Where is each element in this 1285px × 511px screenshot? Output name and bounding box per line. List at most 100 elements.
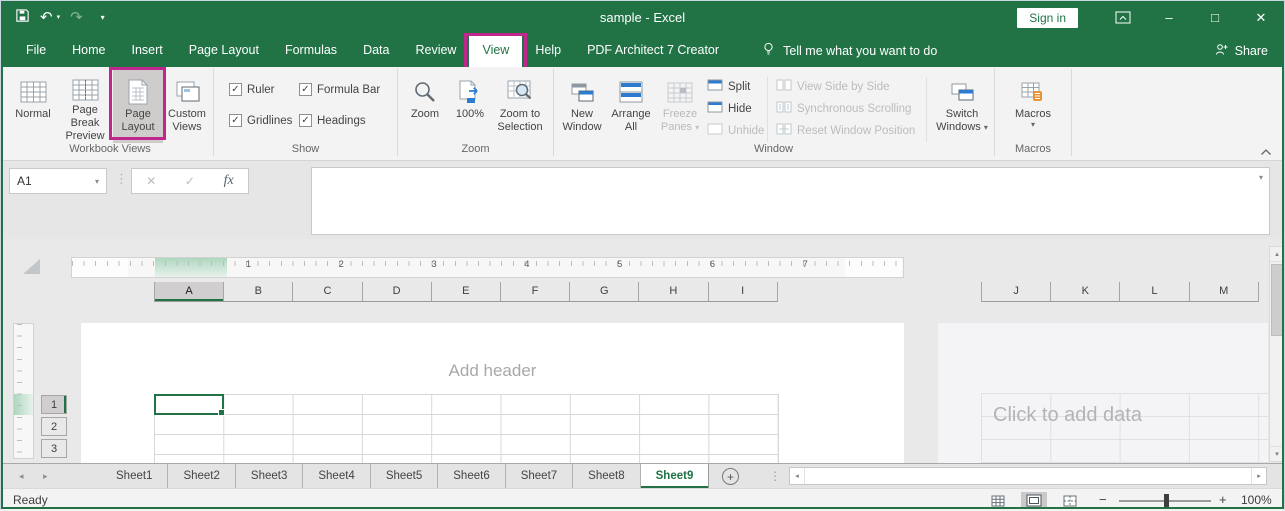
- customize-qat-icon[interactable]: ▾: [101, 14, 105, 22]
- share-button[interactable]: Share: [1215, 34, 1284, 67]
- tab-help[interactable]: Help: [522, 34, 574, 67]
- macros-button[interactable]: Macros ▾: [1008, 70, 1058, 143]
- column-header-g[interactable]: G: [570, 282, 639, 301]
- column-header-m[interactable]: M: [1190, 282, 1259, 301]
- undo-caret-icon[interactable]: ▾: [57, 14, 61, 21]
- column-header-e[interactable]: E: [432, 282, 501, 301]
- sheet-tab-sheet8[interactable]: Sheet8: [573, 464, 640, 488]
- zoom-level[interactable]: 100%: [1241, 493, 1272, 507]
- formula-input[interactable]: ▾: [311, 167, 1270, 235]
- sheet-tab-sheet6[interactable]: Sheet6: [438, 464, 505, 488]
- insert-function-icon[interactable]: fx: [224, 173, 234, 189]
- formula-bar-checkbox[interactable]: ✓ Formula Bar: [299, 83, 380, 96]
- new-window-button[interactable]: New Window: [558, 70, 606, 143]
- tab-review[interactable]: Review: [402, 34, 469, 67]
- new-sheet-button[interactable]: +: [722, 468, 739, 485]
- column-header-b[interactable]: B: [224, 282, 293, 301]
- reset-window-position-button: Reset Window Position: [776, 123, 915, 138]
- click-to-add-data-placeholder[interactable]: Click to add data: [993, 404, 1142, 427]
- name-box-caret-icon[interactable]: ▾: [95, 177, 99, 186]
- zoom-in-button[interactable]: +: [1219, 492, 1227, 507]
- formula-bar-collapse-icon[interactable]: ▾: [1259, 173, 1263, 182]
- column-header-l[interactable]: L: [1120, 282, 1189, 301]
- tab-home[interactable]: Home: [59, 34, 118, 67]
- normal-view-button[interactable]: Normal: [9, 70, 57, 143]
- view-side-by-side-button: View Side by Side: [776, 79, 889, 94]
- sheet-tab-sheet4[interactable]: Sheet4: [303, 464, 370, 488]
- close-button[interactable]: ✕: [1238, 1, 1284, 34]
- tab-data[interactable]: Data: [350, 34, 402, 67]
- name-box[interactable]: A1 ▾: [9, 168, 107, 194]
- add-header-placeholder[interactable]: Add header: [81, 361, 904, 381]
- column-header-d[interactable]: D: [363, 282, 432, 301]
- zoom-button[interactable]: Zoom: [401, 70, 449, 143]
- page-1[interactable]: Add header: [81, 323, 904, 463]
- page-break-preview-button[interactable]: Page Break Preview: [57, 70, 113, 143]
- headings-checkbox[interactable]: ✓ Headings: [299, 114, 366, 127]
- column-header-k[interactable]: K: [1051, 282, 1120, 301]
- page-2-preview[interactable]: Click to add data: [938, 323, 1268, 463]
- tell-me-box[interactable]: Tell me what you want to do: [762, 34, 937, 67]
- minimize-button[interactable]: –: [1146, 1, 1192, 34]
- save-icon[interactable]: [15, 8, 30, 28]
- ruler-checkbox[interactable]: ✓ Ruler: [229, 83, 274, 96]
- column-header-h[interactable]: H: [639, 282, 708, 301]
- sheet-tab-sheet9[interactable]: Sheet9: [641, 464, 710, 488]
- zoom-to-selection-button[interactable]: Zoom to Selection: [491, 70, 549, 143]
- row-header-3[interactable]: 3: [41, 439, 67, 458]
- freeze-panes-button: Freeze Panes ▾: [656, 70, 704, 143]
- tab-formulas[interactable]: Formulas: [272, 34, 350, 67]
- tab-file[interactable]: File: [13, 34, 59, 67]
- cell-grid[interactable]: [154, 394, 779, 463]
- headings-label: Headings: [317, 115, 366, 127]
- sign-in-button[interactable]: Sign in: [1017, 8, 1078, 28]
- worksheet-area: 1234567 ABCDEFGHI JKLM 123 Add header Cl…: [1, 239, 1284, 463]
- checkbox-checked-icon: ✓: [229, 83, 242, 96]
- sheet-tab-sheet1[interactable]: Sheet1: [101, 464, 168, 488]
- zoom-slider-thumb[interactable]: [1164, 494, 1169, 507]
- zoom-100-button[interactable]: 100%: [449, 70, 491, 143]
- select-all-corner[interactable]: [23, 259, 40, 274]
- sheet-tab-sheet2[interactable]: Sheet2: [168, 464, 235, 488]
- row-header-1[interactable]: 1: [41, 395, 67, 414]
- hide-button[interactable]: Hide: [707, 101, 752, 116]
- sheet-nav-left-icon[interactable]: ◂: [19, 464, 24, 488]
- column-header-j[interactable]: J: [982, 282, 1051, 301]
- scroll-right-icon[interactable]: ▸: [1251, 468, 1266, 484]
- quick-access-toolbar: ↶ ▾ ↷ ▾: [1, 8, 105, 28]
- gridlines-checkbox[interactable]: ✓ Gridlines: [229, 114, 292, 127]
- row-header-2[interactable]: 2: [41, 417, 67, 436]
- column-header-a[interactable]: A: [155, 282, 224, 301]
- collapse-ribbon-icon[interactable]: [1260, 143, 1272, 161]
- switch-windows-button[interactable]: Switch Windows ▾: [933, 70, 991, 143]
- synchronous-scrolling-button: Synchronous Scrolling: [776, 101, 911, 116]
- formula-bar-area: A1 ▾ ⋮ ✕ ✓ fx ▾: [1, 161, 1284, 239]
- sheet-nav-right-icon[interactable]: ▸: [43, 464, 48, 488]
- page-layout-view-button[interactable]: Page Layout: [113, 70, 163, 143]
- ribbon-display-options-icon[interactable]: [1100, 1, 1146, 34]
- maximize-button[interactable]: □: [1192, 1, 1238, 34]
- split-button[interactable]: Split: [707, 79, 750, 94]
- tab-insert[interactable]: Insert: [119, 34, 176, 67]
- column-header-i[interactable]: I: [709, 282, 778, 301]
- hide-icon: [707, 101, 723, 116]
- tab-view[interactable]: View: [469, 34, 522, 67]
- sheet-tab-sheet5[interactable]: Sheet5: [371, 464, 438, 488]
- zoom-out-button[interactable]: −: [1099, 492, 1107, 507]
- sheet-tab-sheet7[interactable]: Sheet7: [506, 464, 573, 488]
- horizontal-scrollbar[interactable]: ◂ ▸: [789, 467, 1267, 485]
- sheet-tab-sheet3[interactable]: Sheet3: [236, 464, 303, 488]
- formula-bar-resize-handle[interactable]: ⋮: [115, 171, 128, 187]
- tab-bar-options-icon[interactable]: ⋮: [769, 469, 781, 483]
- column-header-f[interactable]: F: [501, 282, 570, 301]
- tab-pdf-architect-7-creator[interactable]: PDF Architect 7 Creator: [574, 34, 732, 67]
- enter-icon: ✓: [185, 174, 195, 188]
- arrange-all-button[interactable]: Arrange All: [606, 70, 656, 143]
- column-header-c[interactable]: C: [293, 282, 362, 301]
- vertical-ruler[interactable]: [13, 323, 34, 459]
- tab-page-layout[interactable]: Page Layout: [176, 34, 272, 67]
- undo-icon[interactable]: ↶: [40, 10, 53, 25]
- selected-cell-a1[interactable]: [154, 394, 224, 415]
- custom-views-button[interactable]: Custom Views: [163, 70, 211, 143]
- scroll-left-icon[interactable]: ◂: [790, 468, 805, 484]
